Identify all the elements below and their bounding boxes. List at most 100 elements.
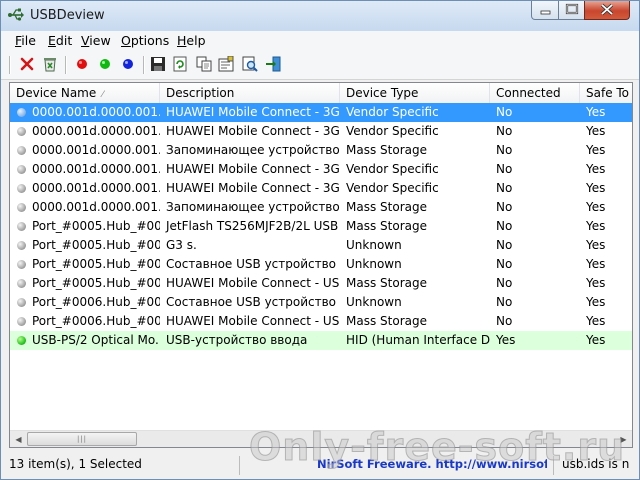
blue-dot-button[interactable] xyxy=(119,55,137,73)
exit-button[interactable] xyxy=(264,55,282,73)
cell-device-type: Mass Storage xyxy=(346,276,427,290)
save-button[interactable] xyxy=(149,55,167,73)
cell-connected: No xyxy=(496,143,513,157)
title-bar[interactable]: USBDeview xyxy=(1,1,639,31)
toolbar-separator xyxy=(65,56,67,74)
cell-safe-to-unplug: Yes xyxy=(586,162,606,176)
cell-safe-to-unplug: Yes xyxy=(586,276,606,290)
cell-device-name: Port_#0005.Hub_#0004 xyxy=(32,238,160,252)
cell-description: G3 s. xyxy=(166,238,197,252)
cell-safe-to-unplug: Yes xyxy=(586,200,606,214)
column-header-safe-to-unplug[interactable]: Safe To U xyxy=(580,83,632,103)
menu-view[interactable]: View xyxy=(81,33,111,48)
cell-device-type: Vendor Specific xyxy=(346,162,439,176)
table-row[interactable]: 0000.001d.0000.001.00... HUAWEI Mobile Co… xyxy=(10,160,632,179)
cell-device-type: HID (Human Interface D... xyxy=(346,333,490,347)
cell-safe-to-unplug: Yes xyxy=(586,143,606,157)
menu-help[interactable]: Help xyxy=(177,33,206,48)
menu-options[interactable]: Options xyxy=(121,33,169,48)
cell-description: JetFlash TS256MJF2B/2L USB ... xyxy=(166,219,340,233)
device-list[interactable]: Device Name ⁄ Description Device Type Con… xyxy=(9,82,633,448)
table-row[interactable]: USB-PS/2 Optical Mo... USB-устройство вво… xyxy=(10,331,632,350)
cell-device-type: Vendor Specific xyxy=(346,181,439,195)
table-row[interactable]: 0000.001d.0000.001.00... HUAWEI Mobile Co… xyxy=(10,122,632,141)
properties-button[interactable] xyxy=(217,55,235,73)
cell-safe-to-unplug: Yes xyxy=(586,181,606,195)
table-row[interactable]: Port_#0006.Hub_#0004 Составное USB устрой… xyxy=(10,293,632,312)
status-item-count: 13 item(s), 1 Selected xyxy=(9,457,142,471)
cell-device-name: 0000.001d.0000.001.00... xyxy=(32,105,160,119)
copy-icon xyxy=(196,56,212,72)
nirsoft-link[interactable]: NirSoft Freeware. http://www.nirsoft.net xyxy=(317,454,547,476)
cell-connected: No xyxy=(496,105,513,119)
copy-button[interactable] xyxy=(195,55,213,73)
cell-connected: No xyxy=(496,238,513,252)
table-row[interactable]: Port_#0005.Hub_#0004 HUAWEI Mobile Connec… xyxy=(10,274,632,293)
table-row[interactable]: Port_#0005.Hub_#0004 Составное USB устрой… xyxy=(10,255,632,274)
minimize-button[interactable] xyxy=(531,1,559,20)
scroll-left-icon[interactable]: ◀ xyxy=(10,431,27,447)
close-icon xyxy=(600,3,614,16)
column-header-device-name[interactable]: Device Name ⁄ xyxy=(10,83,160,103)
cell-safe-to-unplug: Yes xyxy=(586,314,606,328)
cell-device-type: Mass Storage xyxy=(346,314,427,328)
exit-icon xyxy=(266,56,281,72)
refresh-button[interactable] xyxy=(171,55,189,73)
cell-description: HUAWEI Mobile Connect - 3G... xyxy=(166,181,340,195)
cell-device-name: 0000.001d.0000.001.00... xyxy=(32,162,160,176)
table-row[interactable]: Port_#0005.Hub_#0004 JetFlash TS256MJF2B/… xyxy=(10,217,632,236)
red-dot-icon xyxy=(77,59,87,69)
cell-device-name: Port_#0005.Hub_#0004 xyxy=(32,276,160,290)
maximize-icon xyxy=(565,3,579,15)
maximize-button[interactable] xyxy=(558,1,585,20)
table-row[interactable]: 0000.001d.0000.001.00... HUAWEI Mobile Co… xyxy=(10,103,632,122)
table-row[interactable]: Port_#0006.Hub_#0004 HUAWEI Mobile Connec… xyxy=(10,312,632,331)
cell-connected: No xyxy=(496,181,513,195)
table-row[interactable]: Port_#0005.Hub_#0004 G3 s. Unknown No Yes xyxy=(10,236,632,255)
green-dot-button[interactable] xyxy=(96,55,114,73)
scrollbar-thumb[interactable]: ||| xyxy=(27,432,137,446)
cell-connected: No xyxy=(496,276,513,290)
table-row[interactable]: 0000.001d.0000.001.00... Запоминающее уст… xyxy=(10,141,632,160)
table-row[interactable]: 0000.001d.0000.001.00... Запоминающее уст… xyxy=(10,198,632,217)
toolbar xyxy=(1,51,639,80)
cell-safe-to-unplug: Yes xyxy=(586,257,606,271)
uninstall-button[interactable] xyxy=(41,55,59,73)
menu-edit[interactable]: Edit xyxy=(48,33,72,48)
cell-device-type: Vendor Specific xyxy=(346,105,439,119)
horizontal-scrollbar[interactable]: ◀ ||| ▶ xyxy=(10,430,632,447)
cell-description: Запоминающее устройство ... xyxy=(166,143,340,157)
cell-connected: No xyxy=(496,257,513,271)
list-header: Device Name ⁄ Description Device Type Con… xyxy=(10,83,632,104)
cell-description: Составное USB устройство xyxy=(166,257,337,271)
table-row[interactable]: 0000.001d.0000.001.00... HUAWEI Mobile Co… xyxy=(10,179,632,198)
disconnect-icon xyxy=(20,57,34,71)
cell-description: HUAWEI Mobile Connect - 3G... xyxy=(166,105,340,119)
column-header-connected[interactable]: Connected xyxy=(490,83,580,103)
scroll-right-icon[interactable]: ▶ xyxy=(615,431,632,447)
red-dot-button[interactable] xyxy=(73,55,91,73)
find-button[interactable] xyxy=(241,55,259,73)
cell-description: USB-устройство ввода xyxy=(166,333,308,347)
cell-device-name: Port_#0006.Hub_#0004 xyxy=(32,314,160,328)
cell-description: Составное USB устройство xyxy=(166,295,337,309)
cell-device-name: 0000.001d.0000.001.00... xyxy=(32,143,160,157)
cell-safe-to-unplug: Yes xyxy=(586,333,606,347)
menu-file[interactable]: File xyxy=(15,33,36,48)
cell-device-type: Mass Storage xyxy=(346,219,427,233)
column-header-description[interactable]: Description xyxy=(160,83,340,103)
window-title: USBDeview xyxy=(30,8,105,23)
cell-connected: No xyxy=(496,200,513,214)
toolbar-separator xyxy=(9,56,11,74)
menu-bar: File Edit View Options Help xyxy=(1,31,639,51)
find-icon xyxy=(242,56,258,72)
disconnect-button[interactable] xyxy=(18,55,36,73)
column-header-device-type[interactable]: Device Type xyxy=(340,83,490,103)
refresh-icon xyxy=(173,56,187,72)
cell-device-type: Unknown xyxy=(346,295,402,309)
cell-safe-to-unplug: Yes xyxy=(586,124,606,138)
cell-safe-to-unplug: Yes xyxy=(586,219,606,233)
close-button[interactable] xyxy=(584,1,630,20)
properties-icon xyxy=(218,56,234,72)
cell-connected: No xyxy=(496,219,513,233)
